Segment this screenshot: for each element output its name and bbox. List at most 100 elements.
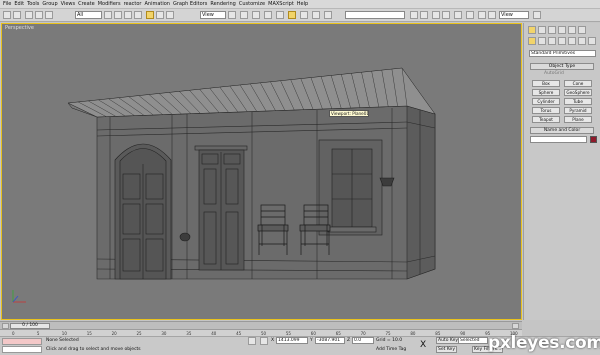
- axis-tripod-icon: [12, 290, 26, 303]
- key-icon[interactable]: ⵝ: [420, 341, 426, 350]
- object-color-swatch[interactable]: [590, 136, 597, 143]
- hierarchy-tab-icon[interactable]: [548, 26, 556, 34]
- render-view-dropdown[interactable]: View: [499, 11, 529, 19]
- window-crossing-icon[interactable]: [134, 11, 142, 19]
- layer-manager-icon[interactable]: [420, 11, 428, 19]
- main-toolbar: All View View: [0, 9, 600, 22]
- auto-key-button[interactable]: Auto Key: [436, 337, 461, 344]
- schematic-view-icon[interactable]: [442, 11, 450, 19]
- maxscript-listener-pink[interactable]: [2, 338, 42, 345]
- key-mode-dropdown[interactable]: Selected: [458, 337, 488, 344]
- menu-modifiers[interactable]: Modifiers: [98, 0, 121, 9]
- space-warps-icon[interactable]: [578, 37, 586, 45]
- select-and-move-icon[interactable]: [146, 11, 154, 19]
- manipulate-icon[interactable]: [240, 11, 248, 19]
- menu-maxscript[interactable]: MAXScript: [268, 0, 294, 9]
- undo-icon[interactable]: [3, 11, 11, 19]
- create-tab-icon[interactable]: [528, 26, 536, 34]
- display-tab-icon[interactable]: [568, 26, 576, 34]
- selection-filter-dropdown[interactable]: All: [75, 11, 102, 19]
- render-setup-icon[interactable]: [466, 11, 474, 19]
- lock-selection-icon[interactable]: [248, 337, 256, 345]
- x-coordinate-field[interactable]: 1413.099: [276, 337, 308, 344]
- render-frame-icon[interactable]: [478, 11, 486, 19]
- reference-coord-dropdown[interactable]: View: [200, 11, 226, 19]
- perspective-viewport[interactable]: Perspective Viewport: Plane01: [1, 23, 522, 320]
- lights-icon[interactable]: [548, 37, 556, 45]
- spinner-snap-icon[interactable]: [300, 11, 308, 19]
- house-wireframe-scene[interactable]: [2, 24, 521, 319]
- snaps-toggle-icon[interactable]: [264, 11, 272, 19]
- render-production-icon[interactable]: [533, 11, 541, 19]
- select-object-icon[interactable]: [104, 11, 112, 19]
- select-and-scale-icon[interactable]: [166, 11, 174, 19]
- track-bar[interactable]: 0 5 10 15 20 25 30 35 40 45 50 55 60 65 70 75 80 85 90 95 10…: [0, 329, 522, 336]
- redo-icon[interactable]: [13, 11, 21, 19]
- teapot-button[interactable]: Teapot: [532, 116, 560, 123]
- systems-icon[interactable]: [588, 37, 596, 45]
- menu-customize[interactable]: Customize: [239, 0, 265, 9]
- box-button[interactable]: Box: [532, 80, 560, 87]
- material-editor-icon[interactable]: [454, 11, 462, 19]
- object-name-field[interactable]: [530, 136, 587, 143]
- menu-rendering[interactable]: Rendering: [210, 0, 236, 9]
- cameras-icon[interactable]: [558, 37, 566, 45]
- name-and-color-rollout[interactable]: Name and Color: [530, 127, 594, 134]
- time-slider[interactable]: 0 / 100: [0, 321, 522, 329]
- menu-graph-editors[interactable]: Graph Editors: [173, 0, 207, 9]
- link-icon[interactable]: [25, 11, 33, 19]
- helpers-icon[interactable]: [568, 37, 576, 45]
- object-type-rollout[interactable]: Object Type: [530, 63, 594, 70]
- plane-button[interactable]: Plane: [564, 116, 592, 123]
- mirror-icon[interactable]: [324, 11, 332, 19]
- primitive-category-dropdown[interactable]: Standard Primitives: [529, 50, 596, 57]
- menu-views[interactable]: Views: [61, 0, 75, 9]
- menu-file[interactable]: File: [3, 0, 11, 9]
- menu-animation[interactable]: Animation: [144, 0, 170, 9]
- motion-tab-icon[interactable]: [558, 26, 566, 34]
- rect-selection-icon[interactable]: [124, 11, 132, 19]
- edit-named-selection-icon[interactable]: [312, 11, 320, 19]
- z-coordinate-field[interactable]: 0.0: [352, 337, 374, 344]
- pyramid-button[interactable]: Pyramid: [564, 107, 592, 114]
- shapes-icon[interactable]: [538, 37, 546, 45]
- geosphere-button[interactable]: GeoSphere: [564, 89, 592, 96]
- align-icon[interactable]: [410, 11, 418, 19]
- bind-space-warp-icon[interactable]: [45, 11, 53, 19]
- angle-snap-icon[interactable]: [276, 11, 284, 19]
- menu-group[interactable]: Group: [42, 0, 57, 9]
- middle-double-door: [194, 145, 248, 271]
- absolute-mode-icon[interactable]: [260, 337, 268, 345]
- torus-button[interactable]: Torus: [532, 107, 560, 114]
- y-coordinate-field[interactable]: -3087.901: [315, 337, 345, 344]
- pivot-center-icon[interactable]: [228, 11, 236, 19]
- keyboard-shortcut-icon[interactable]: [252, 11, 260, 19]
- menu-edit[interactable]: Edit: [14, 0, 24, 9]
- watermark-logo: pxleyes.com: [488, 333, 600, 353]
- utilities-tab-icon[interactable]: [578, 26, 586, 34]
- autogrid-checkbox[interactable]: AutoGrid: [544, 71, 564, 77]
- modify-tab-icon[interactable]: [538, 26, 546, 34]
- geometry-icon[interactable]: [528, 37, 536, 45]
- cylinder-button[interactable]: Cylinder: [532, 98, 560, 105]
- select-and-rotate-icon[interactable]: [156, 11, 164, 19]
- command-panel: Standard Primitives Object Type AutoGrid…: [523, 23, 600, 320]
- tube-button[interactable]: Tube: [564, 98, 592, 105]
- menu-tools[interactable]: Tools: [27, 0, 39, 9]
- quick-render-icon[interactable]: [488, 11, 496, 19]
- menu-create[interactable]: Create: [78, 0, 95, 9]
- add-time-tag[interactable]: Add Time Tag: [376, 347, 406, 353]
- maxscript-listener-white[interactable]: [2, 346, 42, 353]
- percent-snap-icon[interactable]: [288, 11, 296, 19]
- set-key-button[interactable]: Set Key: [436, 346, 457, 353]
- named-selection-set-dropdown[interactable]: [345, 11, 405, 19]
- menu-help[interactable]: Help: [297, 0, 308, 9]
- cone-button[interactable]: Cone: [564, 80, 592, 87]
- unlink-icon[interactable]: [35, 11, 43, 19]
- sphere-button[interactable]: Sphere: [532, 89, 560, 96]
- selection-status: None Selected: [46, 338, 79, 343]
- object-tooltip: Viewport: Plane01: [329, 110, 369, 117]
- select-by-name-icon[interactable]: [114, 11, 122, 19]
- curve-editor-icon[interactable]: [432, 11, 440, 19]
- menu-reactor[interactable]: reactor: [124, 0, 142, 9]
